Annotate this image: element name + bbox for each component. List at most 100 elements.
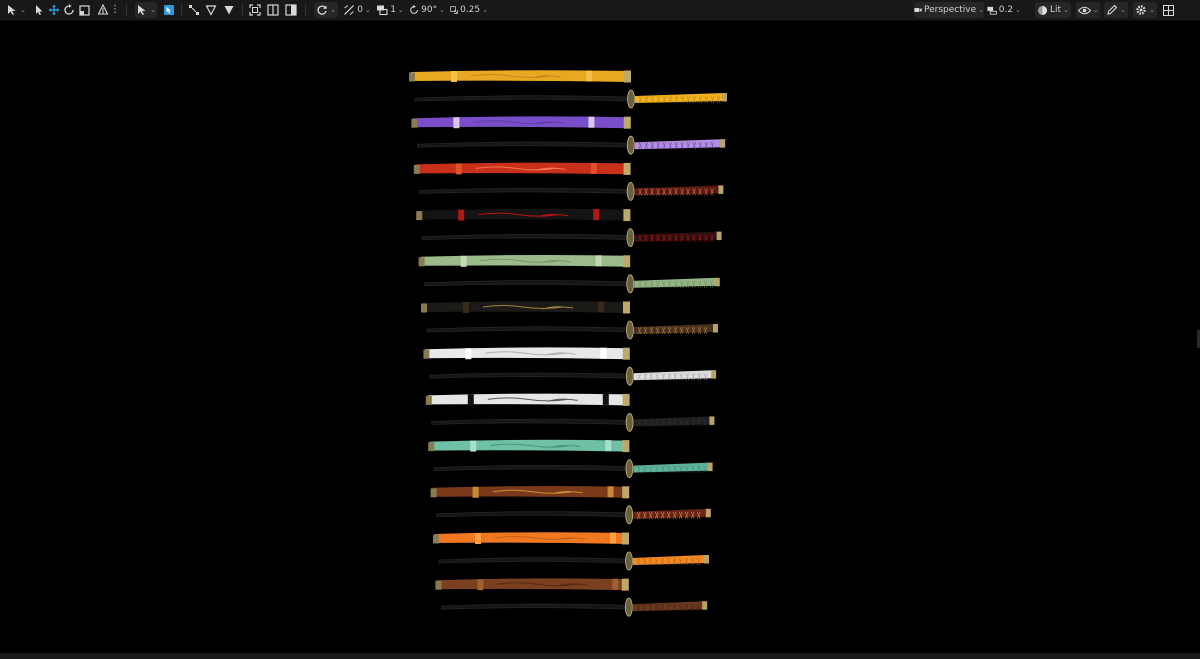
more-options-button[interactable]: ⋮ bbox=[110, 2, 120, 18]
katana-saya-band bbox=[465, 348, 472, 360]
layer-snap-value: 1 bbox=[390, 5, 396, 15]
katana-blade bbox=[424, 280, 630, 287]
viewport-toolbar: ⌄ ⋮ ⌄ ⌄ 0 ⌄ 1 ⌄ 90° ⌄ 0.25 ⌄ Perspective… bbox=[0, 0, 1200, 21]
drop-to-floor-button[interactable] bbox=[222, 2, 236, 18]
select-mode-icon bbox=[8, 5, 16, 15]
arrow-select-button[interactable] bbox=[33, 2, 45, 18]
viewport-layout-button[interactable] bbox=[1161, 2, 1175, 18]
camera-speed-dropdown[interactable]: 0.2 ⌄ bbox=[987, 2, 1021, 18]
katana-saya-band bbox=[470, 440, 477, 452]
arrow-select-icon bbox=[36, 5, 43, 15]
camera-speed-icon bbox=[987, 6, 997, 15]
chevron-down-icon: ⌄ bbox=[1015, 5, 1021, 14]
katana-kojiri bbox=[425, 395, 432, 405]
split-view-button[interactable] bbox=[266, 2, 280, 18]
katana-kashira bbox=[707, 462, 713, 472]
grid-layout-icon bbox=[1162, 4, 1174, 16]
show-flags-dropdown[interactable]: ⌄ bbox=[1076, 2, 1100, 18]
katana-kashira bbox=[713, 324, 718, 333]
vertex-icon bbox=[205, 5, 217, 16]
katana-tsuba bbox=[625, 505, 634, 525]
chevron-down-icon: ⌄ bbox=[330, 5, 336, 14]
katana-koiguchi bbox=[622, 440, 630, 453]
bottom-bar bbox=[0, 653, 1200, 659]
rotate-snap-icon bbox=[410, 4, 418, 14]
scale-snap-dropdown[interactable]: 0.25 ⌄ bbox=[450, 2, 488, 18]
katana-saya-band bbox=[463, 302, 469, 313]
select-mode-button[interactable]: ⌄ bbox=[4, 2, 28, 18]
katana-saya-band bbox=[455, 163, 462, 175]
katana-koiguchi bbox=[621, 578, 629, 591]
katana-kashira bbox=[718, 185, 724, 194]
move-tool-button[interactable] bbox=[47, 2, 61, 18]
snap-tool-button[interactable] bbox=[96, 2, 110, 18]
vertex-snap-button[interactable] bbox=[204, 2, 218, 18]
maximize-icon bbox=[249, 4, 261, 16]
katana-kojiri bbox=[416, 211, 423, 221]
grid-snap-value: 0 bbox=[357, 5, 363, 15]
world-space-icon bbox=[164, 5, 174, 15]
chevron-down-icon: ⌄ bbox=[978, 5, 984, 14]
eye-icon bbox=[1077, 6, 1091, 14]
rotate-tool-button[interactable] bbox=[62, 2, 76, 18]
snap-icon bbox=[97, 4, 109, 15]
layers-icon bbox=[377, 5, 388, 16]
divider bbox=[242, 4, 243, 16]
katana-saya-band bbox=[605, 440, 612, 452]
scale-icon bbox=[78, 4, 90, 16]
rotation-snap-dropdown[interactable]: 90° ⌄ bbox=[409, 2, 445, 18]
editor-options-dropdown[interactable]: ⌄ bbox=[1104, 2, 1128, 18]
katana-tsuba bbox=[626, 181, 635, 201]
scale-tool-button[interactable] bbox=[77, 2, 91, 18]
chevron-down-icon: ⌄ bbox=[1092, 5, 1099, 14]
katana-saya bbox=[411, 70, 630, 82]
gear-icon bbox=[1136, 5, 1146, 15]
katana-blade bbox=[421, 234, 630, 240]
katana-scene bbox=[409, 70, 727, 617]
scale-snap-value: 0.25 bbox=[460, 5, 481, 15]
rotate-snap-toggle[interactable]: ⌄ bbox=[314, 2, 338, 18]
katana-saya-band bbox=[590, 162, 597, 174]
katana-saya bbox=[415, 162, 630, 175]
katana-saya-band bbox=[453, 117, 460, 129]
viewport[interactable] bbox=[0, 21, 1200, 653]
katana-kojiri bbox=[423, 349, 430, 359]
move-icon bbox=[48, 4, 60, 16]
katana-saya bbox=[437, 578, 628, 591]
grid-snap-dropdown[interactable]: 0 ⌄ bbox=[342, 2, 372, 18]
katana-saya-band bbox=[472, 486, 479, 498]
katana-blade bbox=[429, 372, 630, 379]
katana-kashira bbox=[716, 231, 722, 241]
half-view-button[interactable] bbox=[284, 2, 298, 18]
edit-icon bbox=[1107, 4, 1118, 15]
katana-kojiri bbox=[435, 580, 442, 590]
katana-blade bbox=[419, 187, 630, 194]
katana-saya-band bbox=[593, 209, 600, 221]
katana-saya-band bbox=[467, 394, 474, 406]
katana-blade bbox=[431, 418, 629, 425]
maximize-view-button[interactable] bbox=[248, 2, 262, 18]
katana-tsuka bbox=[635, 93, 724, 103]
split-icon bbox=[267, 4, 279, 16]
katana-saya-band bbox=[586, 70, 592, 82]
chevron-down-icon: ⌄ bbox=[1063, 5, 1069, 14]
katana-koiguchi bbox=[622, 486, 630, 499]
transform-mode-button[interactable]: ⌄ bbox=[135, 2, 157, 18]
katana-kashira bbox=[704, 555, 709, 564]
katana-saya-band bbox=[612, 578, 619, 590]
katana-koiguchi bbox=[622, 532, 629, 545]
layer-snap-dropdown[interactable]: 1 ⌄ bbox=[375, 2, 405, 18]
lighting-mode-dropdown[interactable]: Lit ⌄ bbox=[1035, 2, 1071, 18]
katana-saya-band bbox=[610, 532, 616, 544]
katana-tsuba bbox=[627, 89, 635, 109]
view-mode-dropdown[interactable]: Perspective ⌄ bbox=[914, 2, 984, 18]
katana-koiguchi bbox=[623, 209, 631, 222]
world-space-button[interactable] bbox=[162, 2, 176, 18]
scale-icon bbox=[450, 6, 458, 14]
transform-icon bbox=[138, 5, 146, 15]
surface-snap-button[interactable] bbox=[187, 2, 201, 18]
katana-tsuba bbox=[626, 274, 635, 294]
chevron-down-icon: ⌄ bbox=[397, 5, 404, 14]
chevron-down-icon: ⌄ bbox=[1120, 5, 1126, 14]
settings-dropdown[interactable]: ⌄ bbox=[1133, 2, 1157, 18]
